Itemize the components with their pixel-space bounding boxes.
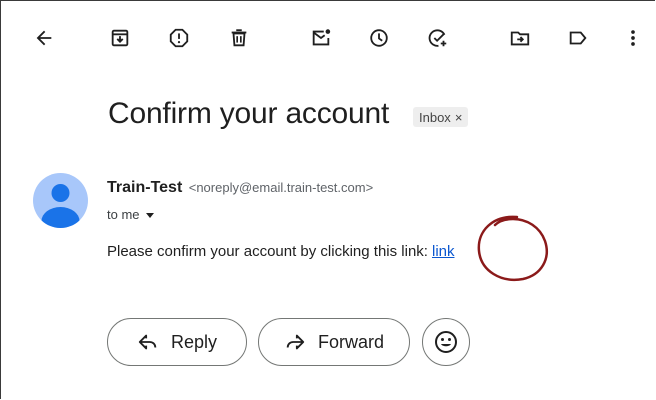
person-icon bbox=[41, 184, 80, 228]
smiley-icon bbox=[435, 331, 457, 353]
email-body: Please confirm your account by clicking … bbox=[107, 243, 455, 260]
forward-icon bbox=[286, 334, 305, 350]
label-icon[interactable] bbox=[563, 23, 593, 53]
annotation-circle bbox=[477, 215, 548, 281]
sender-line: Train-Test <noreply@email.train-test.com… bbox=[107, 179, 373, 197]
email-view: Confirm your account Inbox × Train-Test … bbox=[0, 0, 655, 399]
avatar[interactable] bbox=[33, 173, 88, 228]
reply-button[interactable]: Reply bbox=[107, 318, 247, 366]
remove-label-button[interactable]: × bbox=[455, 110, 463, 125]
label-chip-text: Inbox bbox=[419, 109, 451, 125]
back-arrow-icon[interactable] bbox=[29, 23, 59, 53]
emoji-reaction-button[interactable] bbox=[422, 318, 470, 366]
archive-icon[interactable] bbox=[105, 23, 135, 53]
recipient-text: to me bbox=[107, 207, 140, 222]
recipient-line[interactable]: to me bbox=[107, 207, 156, 222]
add-to-tasks-icon[interactable] bbox=[423, 23, 453, 53]
forward-label: Forward bbox=[317, 331, 384, 352]
reply-label: Reply bbox=[170, 331, 218, 352]
sender-name: Train-Test bbox=[107, 179, 183, 196]
forward-button[interactable]: Forward bbox=[258, 318, 410, 366]
reply-icon bbox=[138, 334, 157, 350]
more-vert-icon[interactable] bbox=[618, 23, 648, 53]
body-text: Please confirm your account by clicking … bbox=[107, 243, 428, 260]
delete-icon[interactable] bbox=[224, 23, 254, 53]
confirm-link[interactable]: link bbox=[432, 243, 455, 260]
move-to-icon[interactable] bbox=[505, 23, 535, 53]
sender-email: <noreply@email.train-test.com> bbox=[188, 180, 374, 195]
report-spam-icon[interactable] bbox=[164, 23, 194, 53]
mark-unread-icon[interactable] bbox=[306, 23, 336, 53]
email-subject: Confirm your account bbox=[108, 97, 390, 130]
inbox-label-chip[interactable]: Inbox × bbox=[413, 107, 469, 127]
chevron-down-icon[interactable] bbox=[144, 209, 156, 221]
snooze-icon[interactable] bbox=[364, 23, 394, 53]
